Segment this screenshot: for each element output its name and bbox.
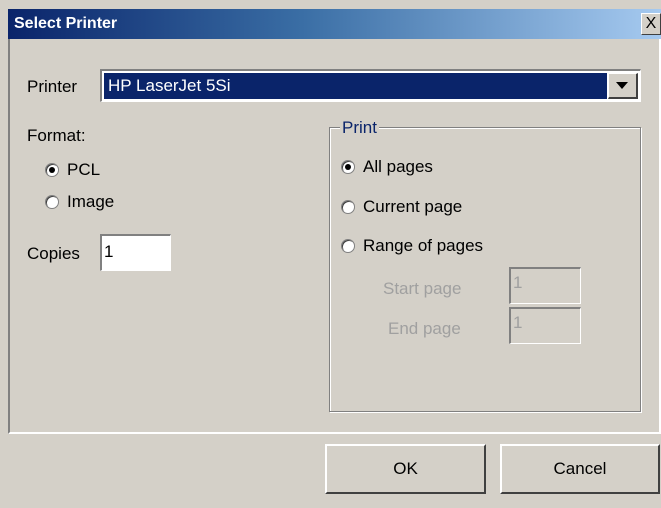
dropdown-button[interactable] bbox=[608, 73, 638, 99]
format-option-pcl[interactable]: PCL bbox=[45, 160, 100, 180]
copies-input[interactable]: 1 bbox=[100, 234, 171, 271]
select-printer-dialog: Select Printer X Printer HP LaserJet 5Si… bbox=[0, 0, 661, 508]
end-page-label: End page bbox=[388, 319, 461, 338]
print-option-range[interactable]: Range of pages bbox=[341, 236, 483, 256]
range-radio[interactable] bbox=[341, 239, 355, 253]
printer-selected-value[interactable]: HP LaserJet 5Si bbox=[104, 73, 607, 99]
format-option-image[interactable]: Image bbox=[45, 192, 114, 212]
all-pages-label: All pages bbox=[363, 157, 433, 176]
copies-label: Copies bbox=[27, 244, 80, 263]
current-page-label: Current page bbox=[363, 197, 463, 216]
printer-label: Printer bbox=[27, 77, 78, 96]
all-pages-radio[interactable] bbox=[341, 160, 355, 174]
format-label: Format: bbox=[27, 126, 86, 145]
pcl-label: PCL bbox=[67, 160, 101, 179]
image-radio[interactable] bbox=[45, 195, 59, 209]
start-page-label: Start page bbox=[383, 279, 462, 298]
chevron-down-icon bbox=[616, 82, 628, 89]
close-button[interactable]: X bbox=[641, 13, 661, 35]
printer-dropdown[interactable]: HP LaserJet 5Si bbox=[100, 69, 641, 102]
print-group-title: Print bbox=[340, 118, 379, 138]
pcl-radio[interactable] bbox=[45, 163, 59, 177]
current-page-radio[interactable] bbox=[341, 200, 355, 214]
window-title: Select Printer bbox=[14, 15, 118, 32]
ok-button[interactable]: OK bbox=[325, 444, 486, 494]
print-option-all-pages[interactable]: All pages bbox=[341, 157, 433, 177]
cancel-button[interactable]: Cancel bbox=[500, 444, 660, 494]
start-page-input[interactable]: 1 bbox=[509, 267, 581, 304]
end-page-input[interactable]: 1 bbox=[509, 307, 581, 344]
image-label: Image bbox=[67, 192, 115, 211]
range-label: Range of pages bbox=[363, 236, 484, 255]
close-icon: X bbox=[645, 15, 657, 32]
title-bar[interactable]: Select Printer X bbox=[8, 9, 661, 39]
print-option-current-page[interactable]: Current page bbox=[341, 197, 462, 217]
